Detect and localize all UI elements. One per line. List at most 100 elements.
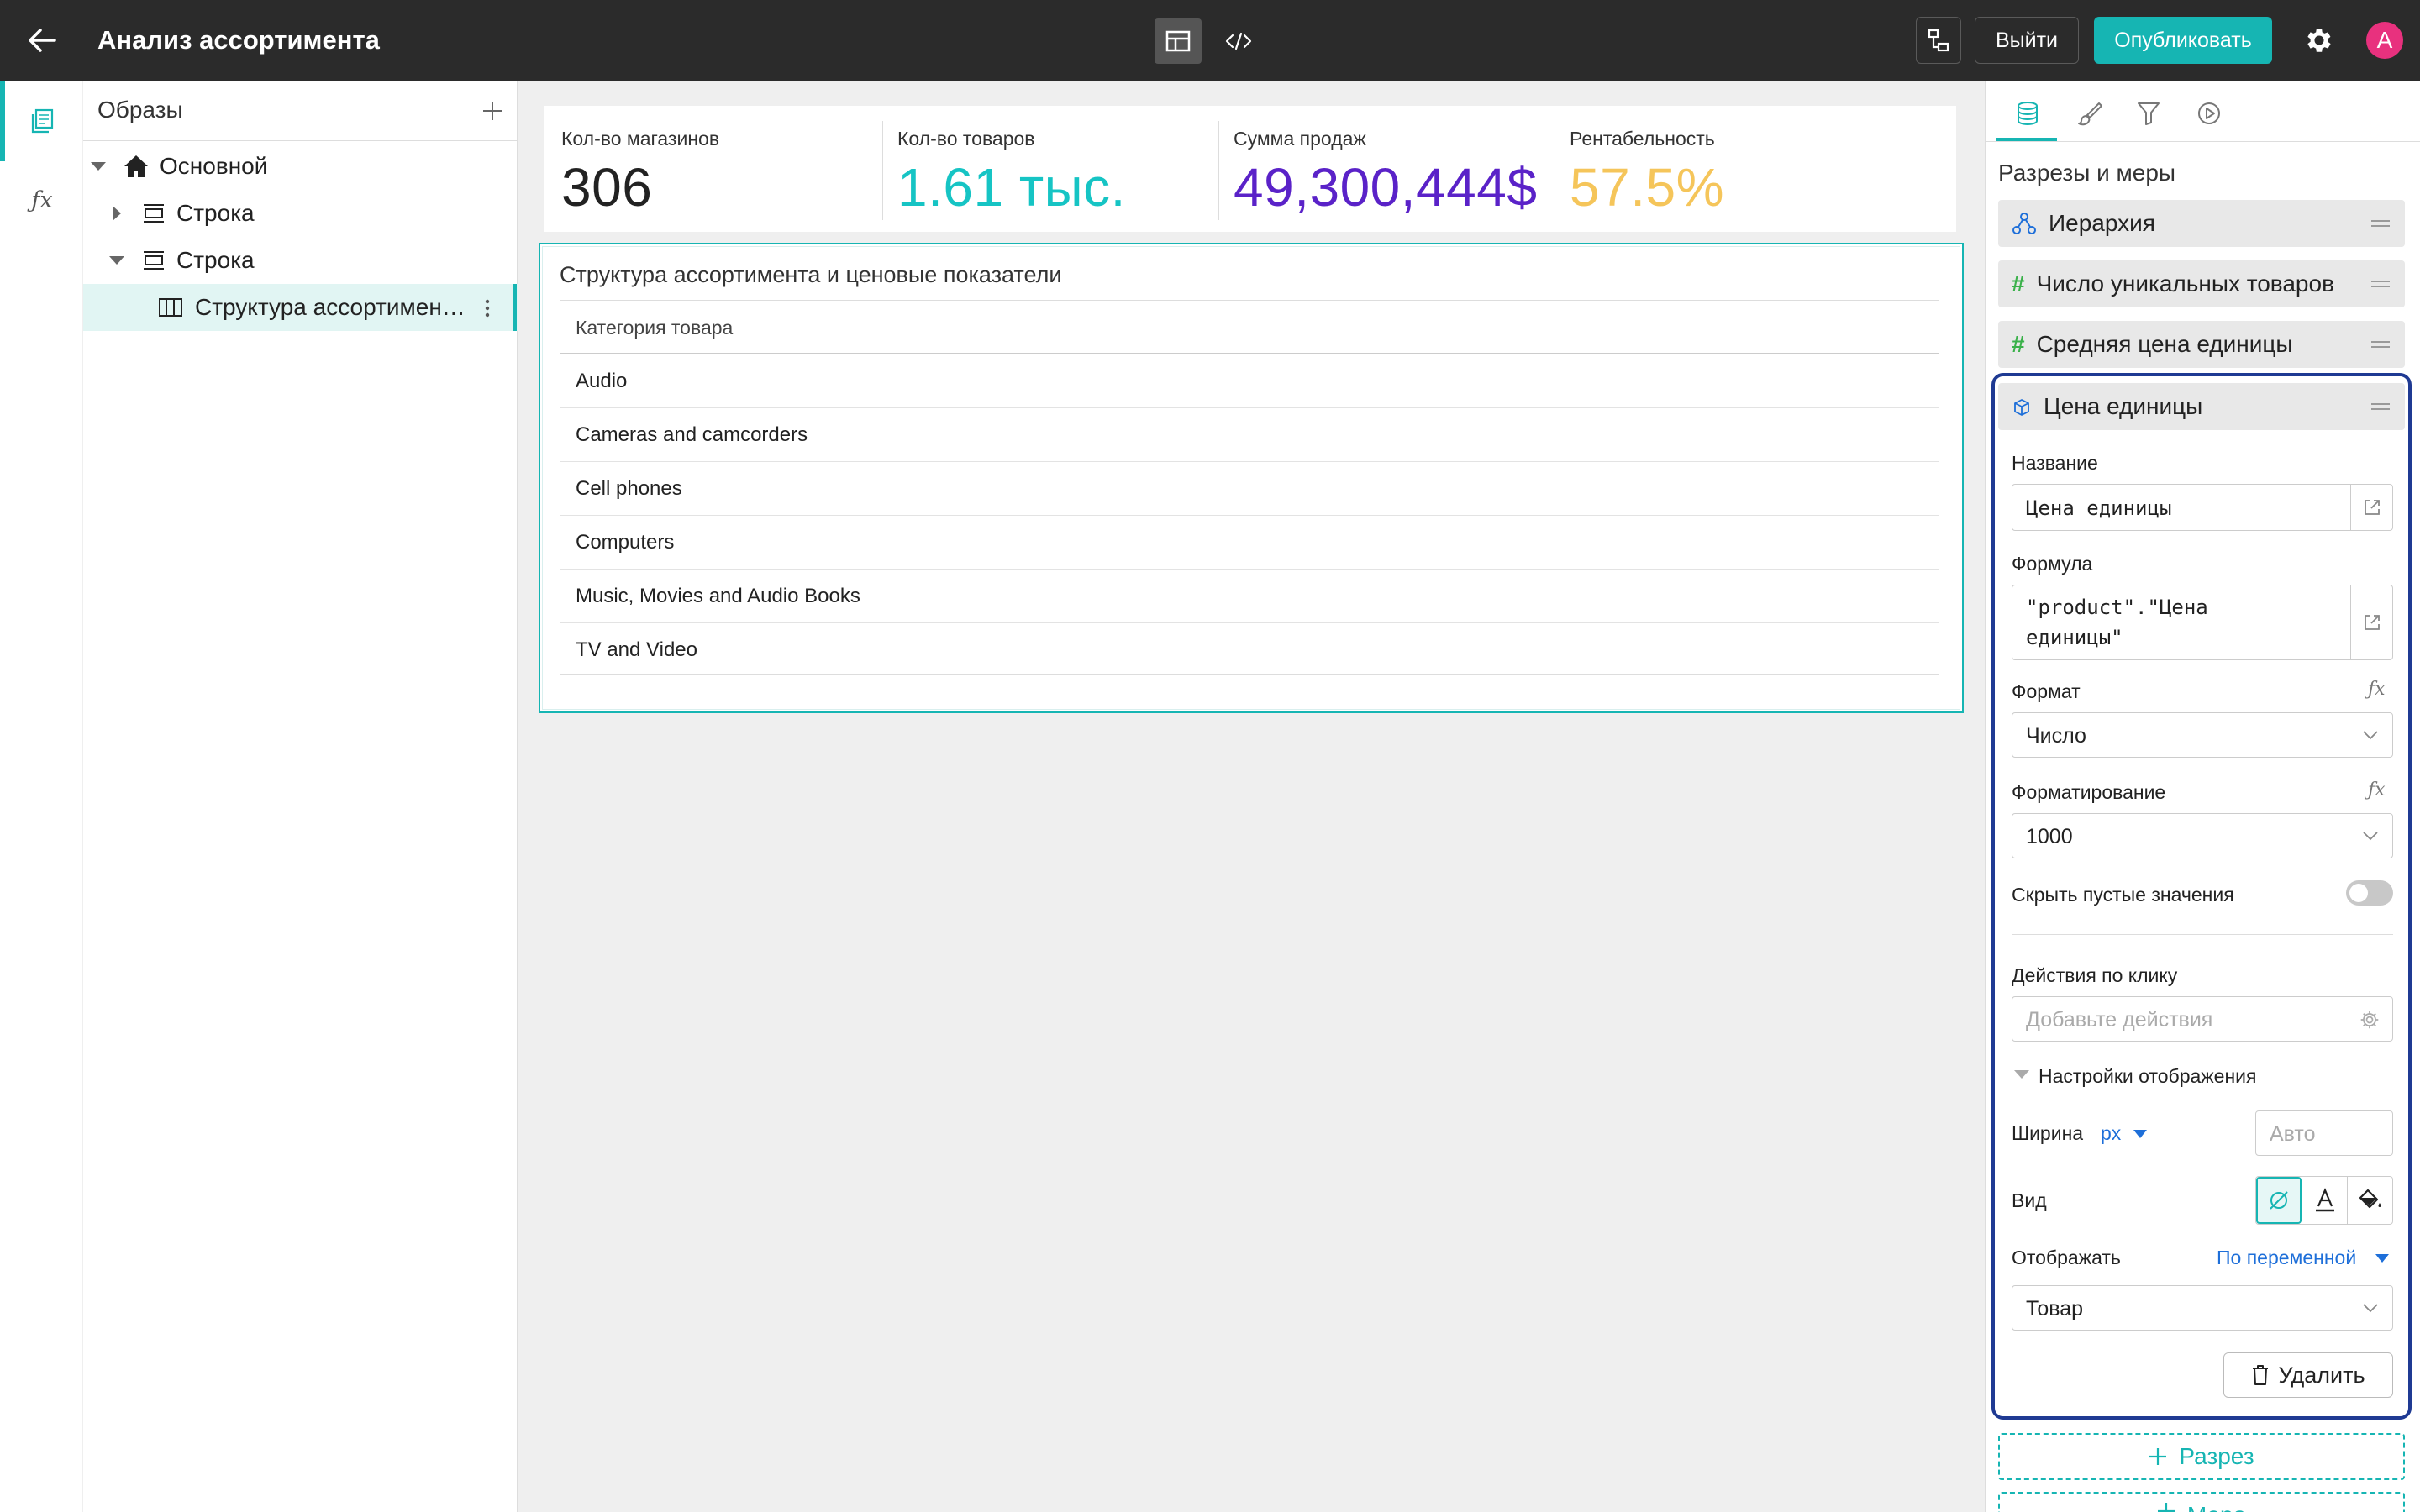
chevron-down-icon xyxy=(2362,1299,2379,1316)
table-row[interactable]: Cell phones xyxy=(560,462,1939,516)
row-layout-icon xyxy=(141,250,166,270)
tree-item-label: Основной xyxy=(160,153,268,179)
structure-icon[interactable] xyxy=(1916,17,1961,64)
caret-down-icon[interactable] xyxy=(89,160,108,172)
actions-label: Действия по клику xyxy=(2012,964,2178,986)
tree-item-label: Структура ассортимен… xyxy=(195,294,464,320)
show-select[interactable]: Товар xyxy=(2012,1285,2393,1331)
tree-item-row-2[interactable]: Строка xyxy=(108,237,255,284)
add-slice-label: Разрез xyxy=(2179,1443,2254,1469)
layout-view-icon[interactable] xyxy=(1155,18,1202,64)
no-style-icon[interactable] xyxy=(2256,1177,2302,1224)
table-title: Структура ассортимента и ценовые показат… xyxy=(560,262,1062,287)
open-external-icon[interactable] xyxy=(2350,485,2392,530)
tree-item-table[interactable]: Структура ассортимен… xyxy=(158,284,464,331)
table-header-cell[interactable]: Категория товара xyxy=(560,301,1939,354)
publish-button[interactable]: Опубликовать xyxy=(2094,17,2272,64)
tree-selected-bar xyxy=(513,284,517,331)
open-external-icon[interactable] xyxy=(2350,585,2392,659)
brush-icon[interactable] xyxy=(2069,92,2111,134)
add-measure-button[interactable]: Мера xyxy=(1998,1492,2405,1512)
hash-icon: # xyxy=(2012,270,2025,297)
code-view-icon[interactable] xyxy=(1215,18,1262,64)
table-row[interactable]: Music, Movies and Audio Books xyxy=(560,570,1939,623)
format-label: Формат xyxy=(2012,680,2081,702)
name-input[interactable]: Цена единицы xyxy=(2012,484,2393,531)
data-table: Категория товара Audio Cameras and camco… xyxy=(560,300,1939,675)
gear-icon[interactable] xyxy=(2359,1009,2381,1031)
delete-label: Удалить xyxy=(2278,1362,2365,1388)
caret-down-icon[interactable] xyxy=(2013,1068,2030,1080)
formula-fx-icon[interactable]: ƒx xyxy=(25,183,59,217)
fx-icon[interactable]: ƒx xyxy=(2368,679,2386,700)
toggle-knob xyxy=(2349,884,2368,902)
kpi-label: Кол-во магазинов xyxy=(561,128,720,150)
table-row[interactable]: Audio xyxy=(560,354,1939,408)
left-rail xyxy=(0,81,82,1512)
field-chip-unique-products[interactable]: # Число уникальных товаров xyxy=(1998,260,2405,307)
play-circle-icon[interactable] xyxy=(2188,92,2230,134)
formula-input[interactable]: "product"."Цена единицы" xyxy=(2012,585,2393,660)
caret-down-icon[interactable] xyxy=(108,255,126,266)
text-color-icon[interactable] xyxy=(2302,1177,2347,1224)
fx-icon[interactable]: ƒx xyxy=(2368,780,2386,801)
hash-icon: # xyxy=(2012,331,2025,357)
formula-line-1: "product"."Цена xyxy=(2026,596,2208,619)
tree-item-label: Строка xyxy=(176,200,255,226)
section-divider xyxy=(2012,934,2393,935)
drag-handle-icon[interactable] xyxy=(2371,341,2390,348)
tree-title: Образы xyxy=(97,97,183,123)
kpi-stores: Кол-во магазинов 306 xyxy=(544,106,881,232)
drag-handle-icon[interactable] xyxy=(2371,403,2390,410)
caret-down-icon[interactable] xyxy=(2375,1253,2390,1263)
field-chip-unit-price[interactable]: Цена единицы xyxy=(1998,383,2405,430)
width-input[interactable]: Авто xyxy=(2255,1110,2393,1156)
user-avatar[interactable]: A xyxy=(2366,22,2403,59)
hierarchy-icon xyxy=(2012,211,2037,236)
table-columns-icon xyxy=(158,297,183,318)
layers-icon[interactable] xyxy=(25,104,59,138)
field-chip-hierarchy[interactable]: Иерархия xyxy=(1998,200,2405,247)
formula-line-2: единицы" xyxy=(2026,626,2123,649)
show-mode-select[interactable]: По переменной xyxy=(2217,1247,2356,1269)
chevron-down-icon xyxy=(2362,827,2379,844)
width-unit-select[interactable]: px xyxy=(2101,1122,2121,1145)
kpi-products: Кол-во товаров 1.61 тыс. xyxy=(881,106,1217,232)
formatting-select-value: 1000 xyxy=(2026,825,2073,848)
actions-input[interactable]: Добавьте действия xyxy=(2012,996,2393,1042)
show-label: Отображать xyxy=(2012,1247,2121,1268)
panel-heading: Разрезы и меры xyxy=(1998,160,2176,186)
display-settings-label[interactable]: Настройки отображения xyxy=(2039,1065,2256,1088)
back-arrow-icon[interactable] xyxy=(20,20,64,60)
drag-handle-icon[interactable] xyxy=(2371,281,2390,287)
hide-empty-label: Скрыть пустые значения xyxy=(2012,884,2234,906)
table-row[interactable]: Cameras and camcorders xyxy=(560,408,1939,462)
delete-button[interactable]: Удалить xyxy=(2223,1352,2393,1398)
database-icon[interactable] xyxy=(2007,92,2049,134)
actions-placeholder: Добавьте действия xyxy=(2026,1008,2213,1032)
exit-button[interactable]: Выйти xyxy=(1975,17,2079,64)
kpi-value: 306 xyxy=(561,157,653,218)
show-select-value: Товар xyxy=(2026,1297,2084,1320)
format-select[interactable]: Число xyxy=(2012,712,2393,758)
tree-item-main[interactable]: Основной xyxy=(89,143,267,190)
more-vertical-icon[interactable] xyxy=(477,296,497,321)
settings-gear-icon[interactable] xyxy=(2299,20,2339,60)
tree-item-label: Строка xyxy=(176,247,255,273)
tree-item-row-1[interactable]: Строка xyxy=(111,190,255,237)
add-plus-icon[interactable] xyxy=(477,96,508,126)
add-slice-button[interactable]: Разрез xyxy=(1998,1433,2405,1480)
formatting-select[interactable]: 1000 xyxy=(2012,813,2393,858)
field-chip-label: Число уникальных товаров xyxy=(2036,270,2334,297)
table-row[interactable]: Computers xyxy=(560,516,1939,570)
format-select-value: Число xyxy=(2026,724,2086,748)
fill-color-icon[interactable] xyxy=(2347,1177,2392,1224)
kpi-card[interactable]: Кол-во магазинов 306 Кол-во товаров 1.61… xyxy=(544,106,1956,232)
caret-right-icon[interactable] xyxy=(111,204,123,223)
caret-down-icon[interactable] xyxy=(2133,1129,2148,1139)
filter-icon[interactable] xyxy=(2128,92,2170,134)
drag-handle-icon[interactable] xyxy=(2371,220,2390,227)
field-chip-avg-price[interactable]: # Средняя цена единицы xyxy=(1998,321,2405,368)
table-row[interactable]: TV and Video xyxy=(560,623,1939,677)
formatting-label: Форматирование xyxy=(2012,781,2166,803)
